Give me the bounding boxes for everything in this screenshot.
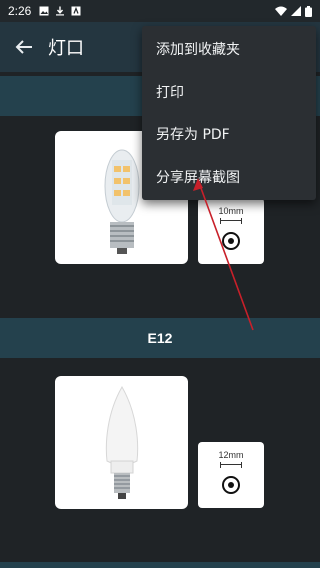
section-header-2: E12 <box>0 318 320 358</box>
socket-diagram-card-2: 12mm <box>198 442 264 508</box>
candle-bulb-image <box>105 385 138 499</box>
signal-icon <box>291 6 301 16</box>
dimension-line <box>220 218 242 224</box>
dimension-label: 10mm <box>218 206 244 216</box>
back-button[interactable] <box>0 22 48 72</box>
socket-icon-2 <box>222 476 240 494</box>
menu-item-save-pdf[interactable]: 另存为 PDF <box>142 113 316 156</box>
socket-diagram-card: 10mm <box>198 198 264 264</box>
bottom-section-header <box>0 562 320 568</box>
wifi-icon <box>275 6 287 16</box>
socket-icon <box>222 232 240 250</box>
download-icon <box>56 6 65 16</box>
overflow-menu: 添加到收藏夹 打印 另存为 PDF 分享屏幕截图 <box>142 26 316 200</box>
page-title: 灯口 <box>48 38 84 59</box>
dimension-line-2 <box>220 462 242 468</box>
status-time: 2:26 <box>8 4 32 18</box>
section-title-2: E12 <box>147 330 173 346</box>
menu-item-print[interactable]: 打印 <box>142 71 316 114</box>
menu-item-add-favorite[interactable]: 添加到收藏夹 <box>142 28 316 71</box>
status-bar: 2:26 <box>0 0 320 22</box>
app-icon <box>71 6 81 16</box>
battery-icon <box>305 5 312 17</box>
menu-item-share-screenshot[interactable]: 分享屏幕截图 <box>142 156 316 199</box>
candle-bulb-photo-card[interactable] <box>55 376 188 509</box>
arrow-left-icon <box>15 40 32 54</box>
section-body-2: 12mm <box>0 358 320 562</box>
image-icon <box>39 6 49 16</box>
dimension-label-2: 12mm <box>218 450 244 460</box>
